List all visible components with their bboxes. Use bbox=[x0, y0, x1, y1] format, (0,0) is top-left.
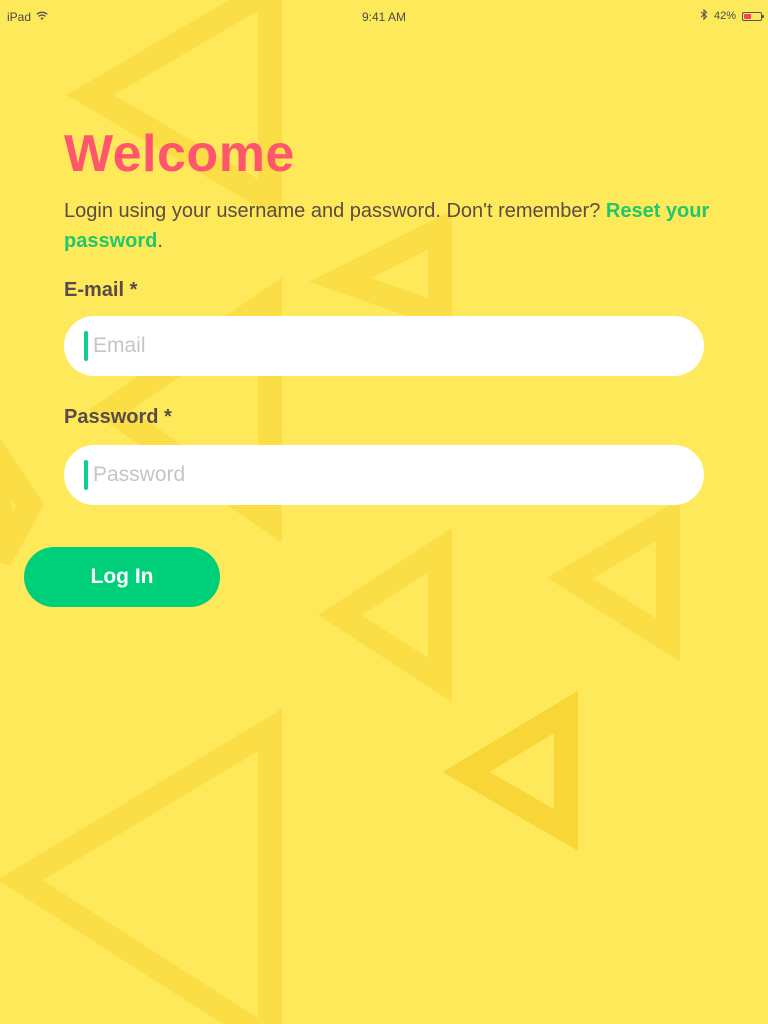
email-field-container[interactable] bbox=[64, 316, 704, 376]
intro-text: Login using your username and password. … bbox=[64, 200, 606, 222]
intro-suffix: . bbox=[157, 230, 163, 252]
password-label: Password * bbox=[64, 406, 172, 428]
battery-percent: 42% bbox=[713, 10, 736, 22]
password-input[interactable] bbox=[93, 445, 683, 505]
battery-level-fill bbox=[744, 13, 751, 19]
password-text-cursor bbox=[84, 460, 88, 490]
bluetooth-icon bbox=[700, 8, 708, 23]
status-time: 9:41 AM bbox=[361, 10, 407, 24]
status-right: 42% bbox=[700, 8, 764, 23]
email-input[interactable] bbox=[93, 316, 683, 376]
battery-icon bbox=[742, 11, 764, 21]
page-title: Welcome bbox=[64, 125, 295, 183]
password-field-container[interactable] bbox=[64, 445, 704, 505]
login-button[interactable]: Log In bbox=[24, 547, 220, 607]
email-text-cursor bbox=[84, 331, 88, 361]
email-label: E-mail * bbox=[64, 279, 138, 301]
status-bar: iPad 9:41 AM 42% bbox=[0, 0, 768, 34]
login-instructions: Login using your username and password. … bbox=[64, 196, 724, 256]
